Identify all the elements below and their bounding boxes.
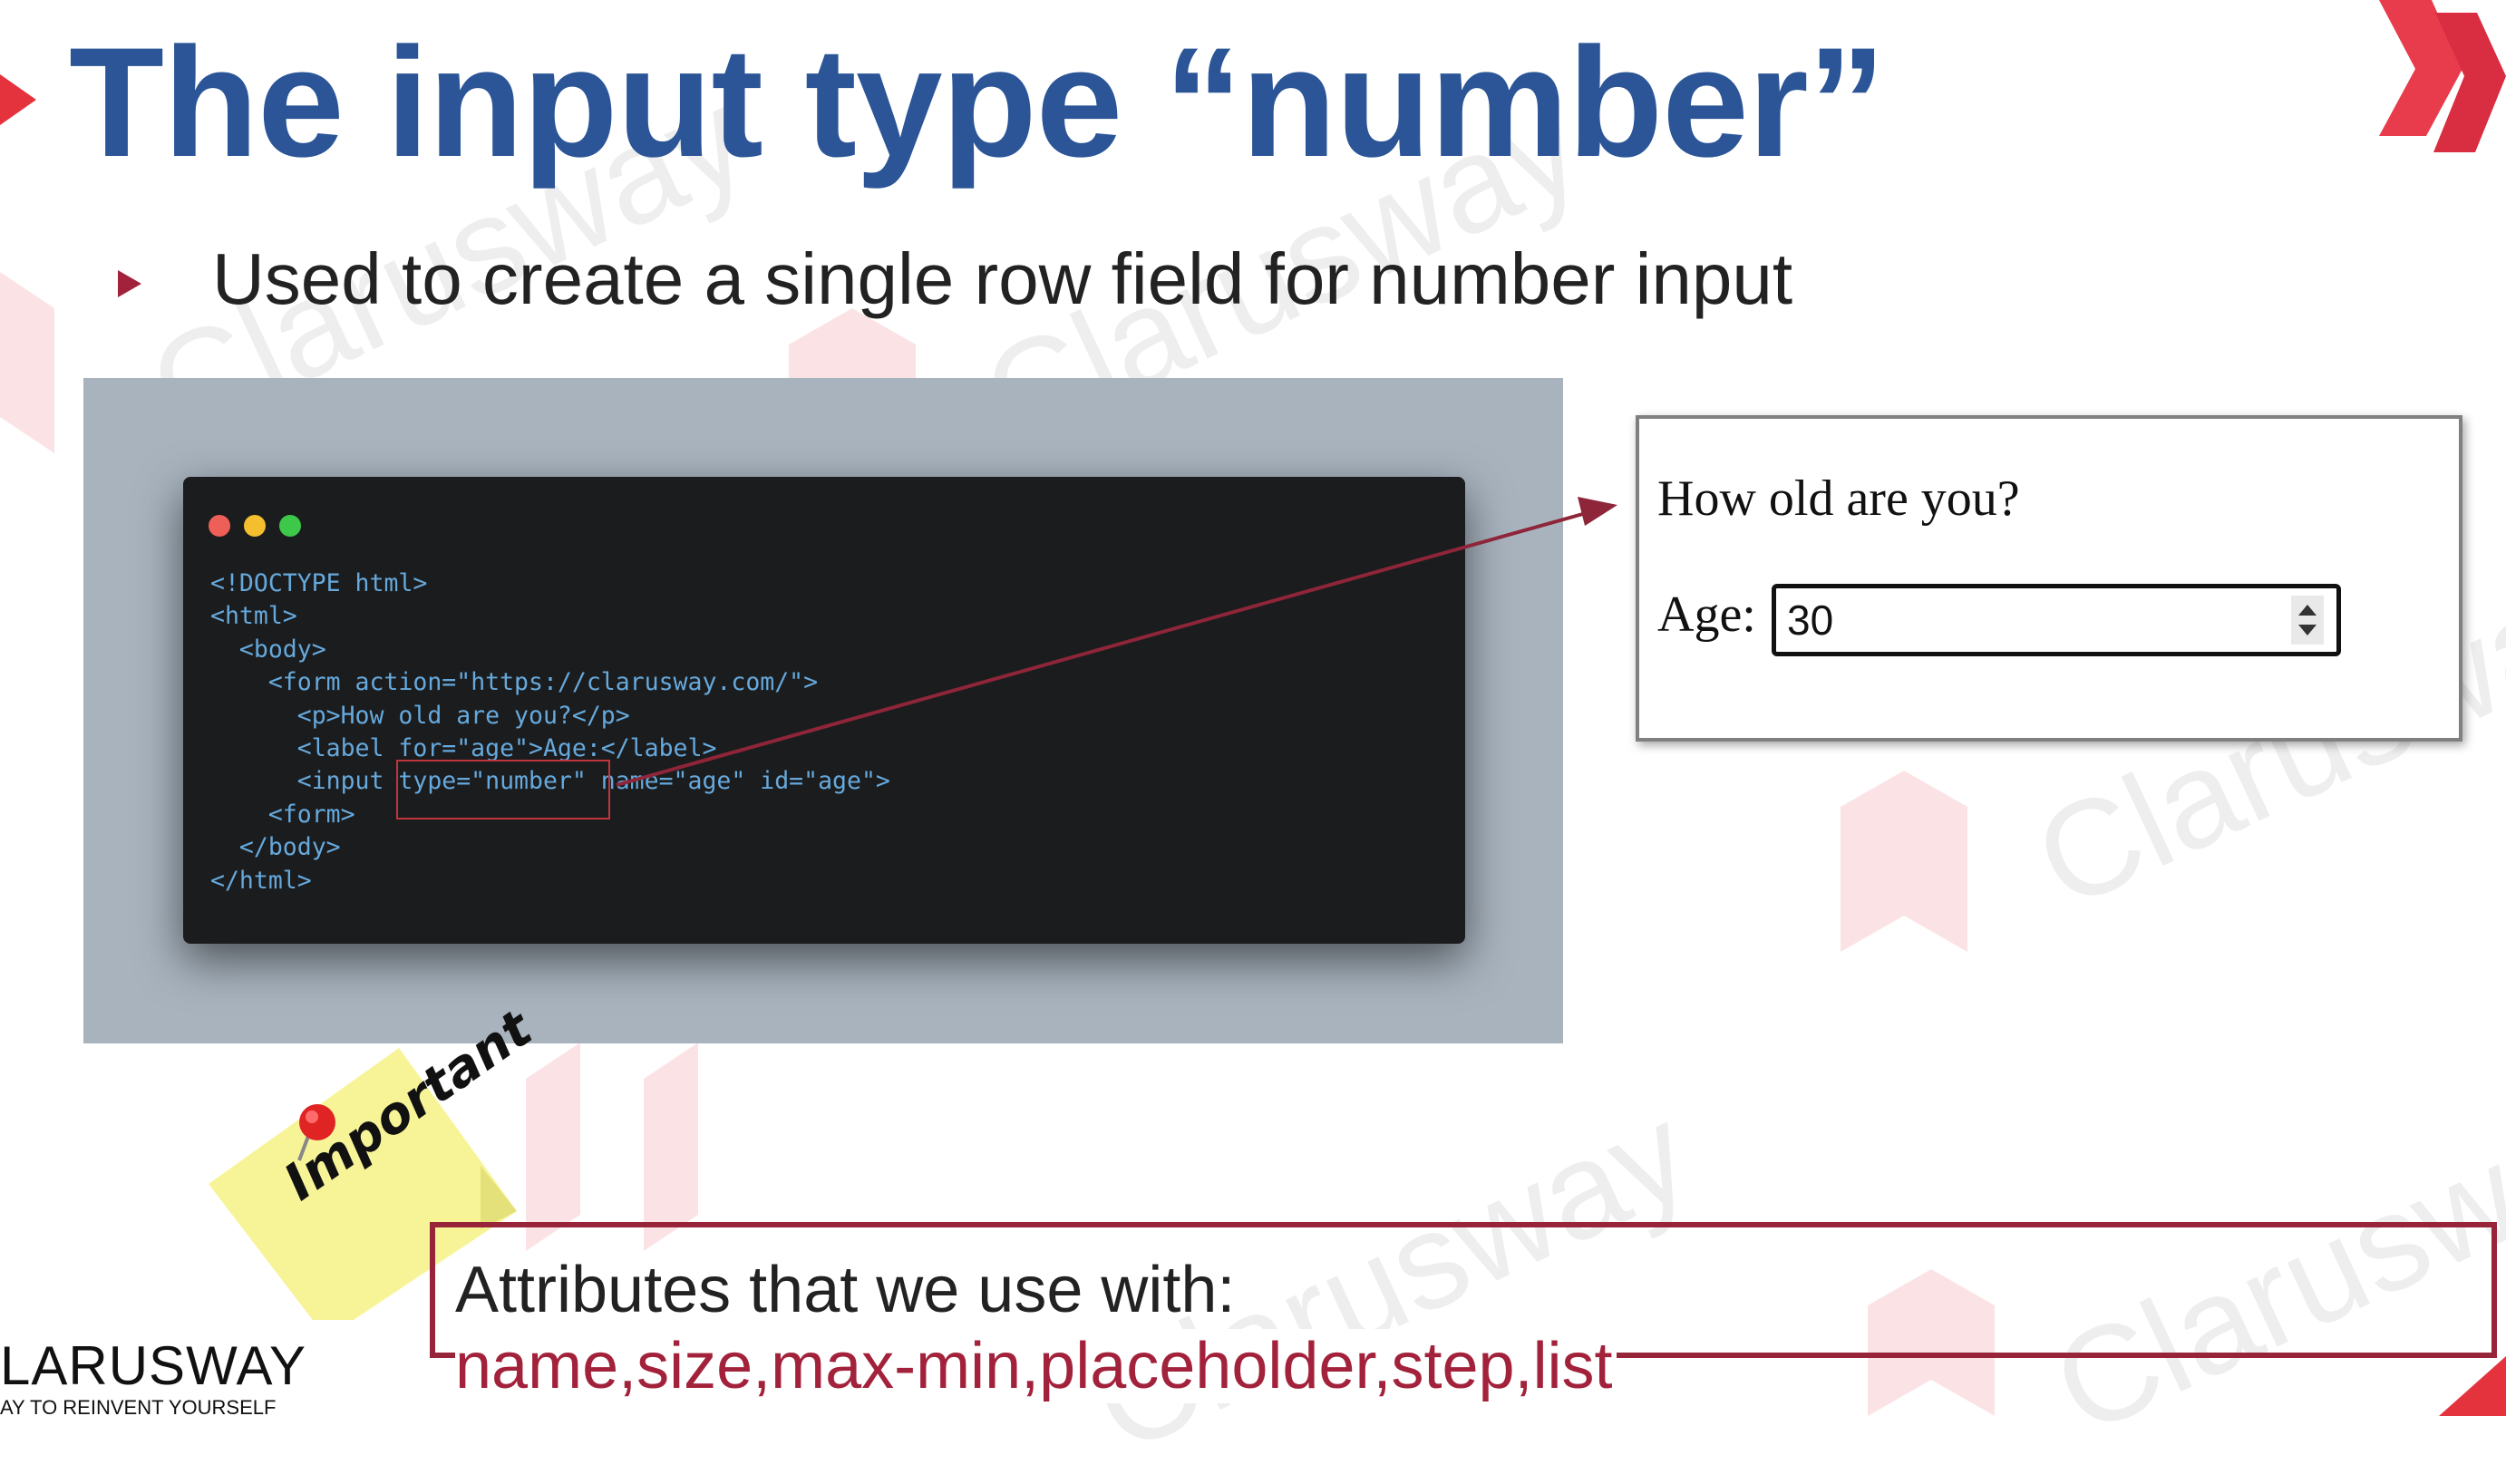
attributes-list: name,size,max-min,placeholder,step,list [455, 1329, 1617, 1403]
brand-tagline: AY TO REINVENT YOURSELF [0, 1396, 277, 1419]
brand-logo: LARUSWAY [0, 1335, 307, 1396]
attributes-heading: Attributes that we use with: [455, 1254, 1236, 1326]
